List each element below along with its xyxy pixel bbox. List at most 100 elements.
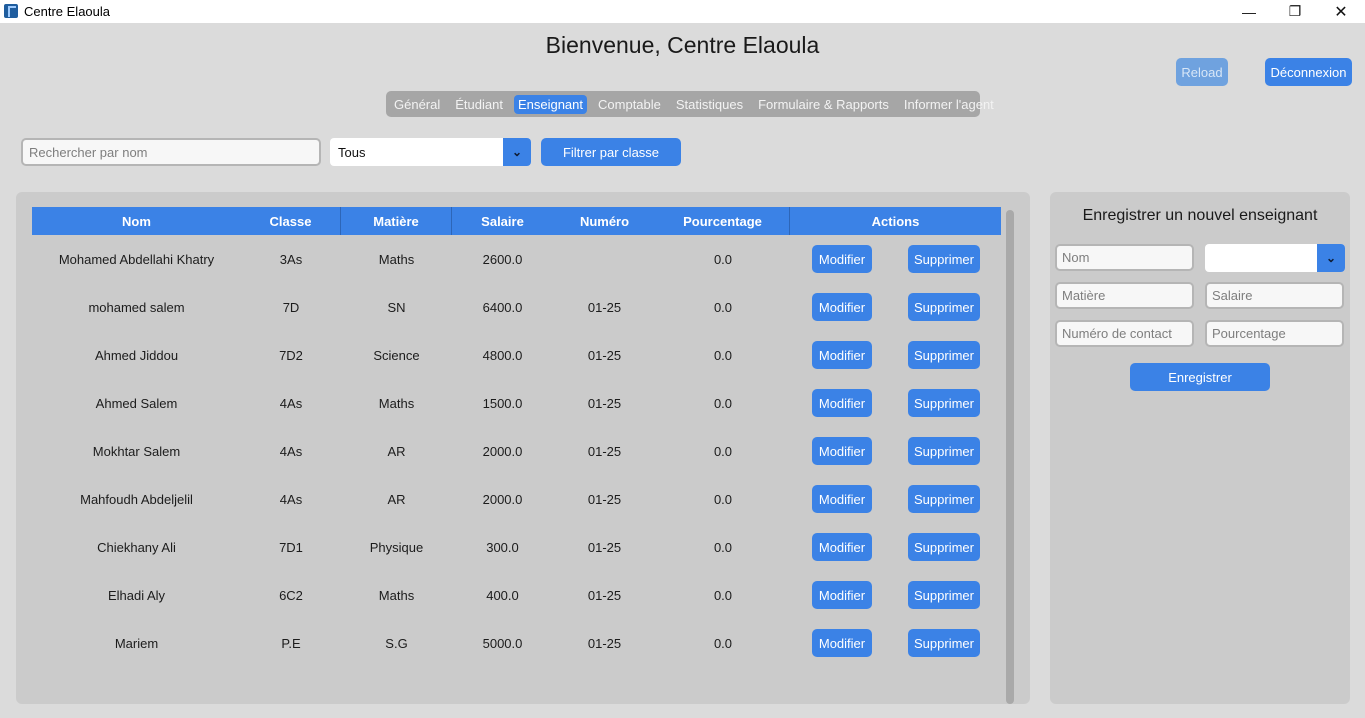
minimize-icon[interactable]: —	[1226, 0, 1272, 23]
cell-pourcentage: 0.0	[713, 587, 733, 603]
register-button[interactable]: Enregistrer	[1130, 363, 1270, 391]
cell-numero: 01-25	[587, 491, 622, 507]
cell-numero: 01-25	[587, 443, 622, 459]
cell-pourcentage: 0.0	[713, 443, 733, 459]
close-icon[interactable]: ✕	[1318, 0, 1364, 23]
edit-button[interactable]: Modifier	[812, 533, 872, 561]
percentage-field[interactable]	[1205, 320, 1344, 347]
cell-matiere: AR	[387, 443, 406, 459]
cell-nom: Ahmed Salem	[95, 395, 178, 411]
app-icon	[4, 4, 18, 18]
chevron-down-icon[interactable]: ⌄	[1317, 244, 1345, 272]
cell-matiere: Maths	[378, 251, 415, 267]
class-select[interactable]: ⌄	[1205, 244, 1345, 272]
cell-actions: Modifier Supprimer	[790, 619, 1001, 667]
cell-salaire: 4800.0	[482, 347, 523, 363]
cell-actions: Modifier Supprimer	[790, 379, 1001, 427]
cell-actions: Modifier Supprimer	[790, 235, 1001, 283]
cell-actions: Modifier Supprimer	[790, 427, 1001, 475]
tab-enseignant[interactable]: Enseignant	[513, 94, 588, 114]
cell-numero	[553, 235, 656, 283]
cell-pourcentage: 0.0	[713, 635, 733, 651]
cell-actions: Modifier Supprimer	[790, 571, 1001, 619]
cell-numero: 01-25	[587, 347, 622, 363]
reload-button[interactable]: Reload	[1176, 58, 1228, 86]
cell-matiere: Maths	[378, 395, 415, 411]
cell-classe: 7D1	[279, 539, 303, 555]
edit-button[interactable]: Modifier	[812, 389, 872, 417]
cell-numero: 01-25	[587, 587, 622, 603]
cell-classe: 7D2	[279, 347, 303, 363]
name-field[interactable]	[1055, 244, 1194, 271]
cell-classe: P.E	[281, 635, 301, 651]
delete-button[interactable]: Supprimer	[908, 581, 980, 609]
column-header-salaire: Salaire	[481, 213, 524, 229]
column-header-numero: Numéro	[579, 213, 630, 229]
cell-pourcentage: 0.0	[713, 491, 733, 507]
subject-field[interactable]	[1055, 282, 1194, 309]
restore-icon[interactable]: ❐	[1272, 0, 1318, 23]
contact-number-field[interactable]	[1055, 320, 1194, 347]
table-row: Mariem P.E S.G 5000.0 01-25 0.0 Modifier Suppri…	[32, 619, 1001, 667]
cell-nom: Ahmed Jiddou	[94, 347, 179, 363]
filter-by-class-button[interactable]: Filtrer par classe	[541, 138, 681, 166]
cell-matiere: Maths	[378, 587, 415, 603]
column-header-pourcentage: Pourcentage	[656, 207, 790, 235]
tab-statistiques[interactable]: Statistiques	[672, 95, 747, 114]
delete-button[interactable]: Supprimer	[908, 341, 980, 369]
edit-button[interactable]: Modifier	[812, 437, 872, 465]
cell-salaire: 2000.0	[482, 491, 523, 507]
cell-nom: Mokhtar Salem	[92, 443, 181, 459]
cell-numero: 01-25	[587, 539, 622, 555]
delete-button[interactable]: Supprimer	[908, 437, 980, 465]
cell-classe: 4As	[279, 491, 303, 507]
cell-salaire: 2000.0	[482, 443, 523, 459]
tab-formulaire-rapports[interactable]: Formulaire & Rapports	[754, 95, 893, 114]
cell-salaire: 400.0	[486, 587, 519, 603]
tab-informer-l-agent[interactable]: Informer l'agent	[900, 95, 998, 114]
form-title: Enregistrer un nouvel enseignant	[1082, 207, 1318, 224]
edit-button[interactable]: Modifier	[812, 485, 872, 513]
column-header-nom: Nom	[122, 213, 151, 229]
tab-bar: Général Étudiant Enseignant Comptable Statis…	[386, 91, 994, 117]
cell-nom: Mahfoudh Abdeljelil	[80, 491, 193, 507]
delete-button[interactable]: Supprimer	[908, 629, 980, 657]
table-scrollbar[interactable]	[1006, 210, 1014, 704]
window-title: Centre Elaoula	[24, 4, 110, 19]
tab-tudiant[interactable]: Étudiant	[451, 95, 507, 114]
tab-g-n-ral[interactable]: Général	[390, 95, 444, 114]
edit-button[interactable]: Modifier	[812, 581, 872, 609]
delete-button[interactable]: Supprimer	[908, 389, 980, 417]
cell-salaire: 300.0	[486, 539, 519, 555]
edit-button[interactable]: Modifier	[812, 293, 872, 321]
cell-classe: 3As	[279, 251, 303, 267]
class-filter-select[interactable]: Tous ⌄	[330, 138, 531, 166]
cell-actions: Modifier Supprimer	[790, 283, 1001, 331]
table-row: Ahmed Jiddou 7D2 Science 4800.0 01-25 0.0 Modi…	[32, 331, 1001, 379]
delete-button[interactable]: Supprimer	[908, 293, 980, 321]
column-header-classe: Classe	[241, 207, 341, 235]
salary-field[interactable]	[1205, 282, 1344, 309]
new-teacher-form: Enregistrer un nouvel enseignant ⌄ Enreg…	[1050, 192, 1350, 704]
cell-salaire: 6400.0	[482, 299, 523, 315]
cell-classe: 4As	[279, 443, 303, 459]
delete-button[interactable]: Supprimer	[908, 485, 980, 513]
logout-button[interactable]: Déconnexion	[1265, 58, 1352, 86]
cell-nom: mohamed salem	[88, 299, 185, 315]
cell-matiere: Science	[373, 347, 420, 363]
table-row: Mokhtar Salem 4As AR 2000.0 01-25 0.0 Modifier…	[32, 427, 1001, 475]
tab-comptable[interactable]: Comptable	[594, 95, 665, 114]
delete-button[interactable]: Supprimer	[908, 245, 980, 273]
table-body: Mohamed Abdellahi Khatry 3As Maths 2600.0 0.…	[32, 235, 1001, 667]
edit-button[interactable]: Modifier	[812, 629, 872, 657]
cell-matiere: Physique	[369, 539, 424, 555]
cell-pourcentage: 0.0	[713, 395, 733, 411]
delete-button[interactable]: Supprimer	[908, 533, 980, 561]
column-header-actions: Actions	[871, 213, 920, 229]
edit-button[interactable]: Modifier	[812, 341, 872, 369]
chevron-down-icon[interactable]: ⌄	[503, 138, 531, 166]
cell-salaire: 5000.0	[482, 635, 523, 651]
cell-salaire: 2600.0	[482, 251, 523, 267]
edit-button[interactable]: Modifier	[812, 245, 872, 273]
search-input[interactable]	[21, 138, 321, 166]
